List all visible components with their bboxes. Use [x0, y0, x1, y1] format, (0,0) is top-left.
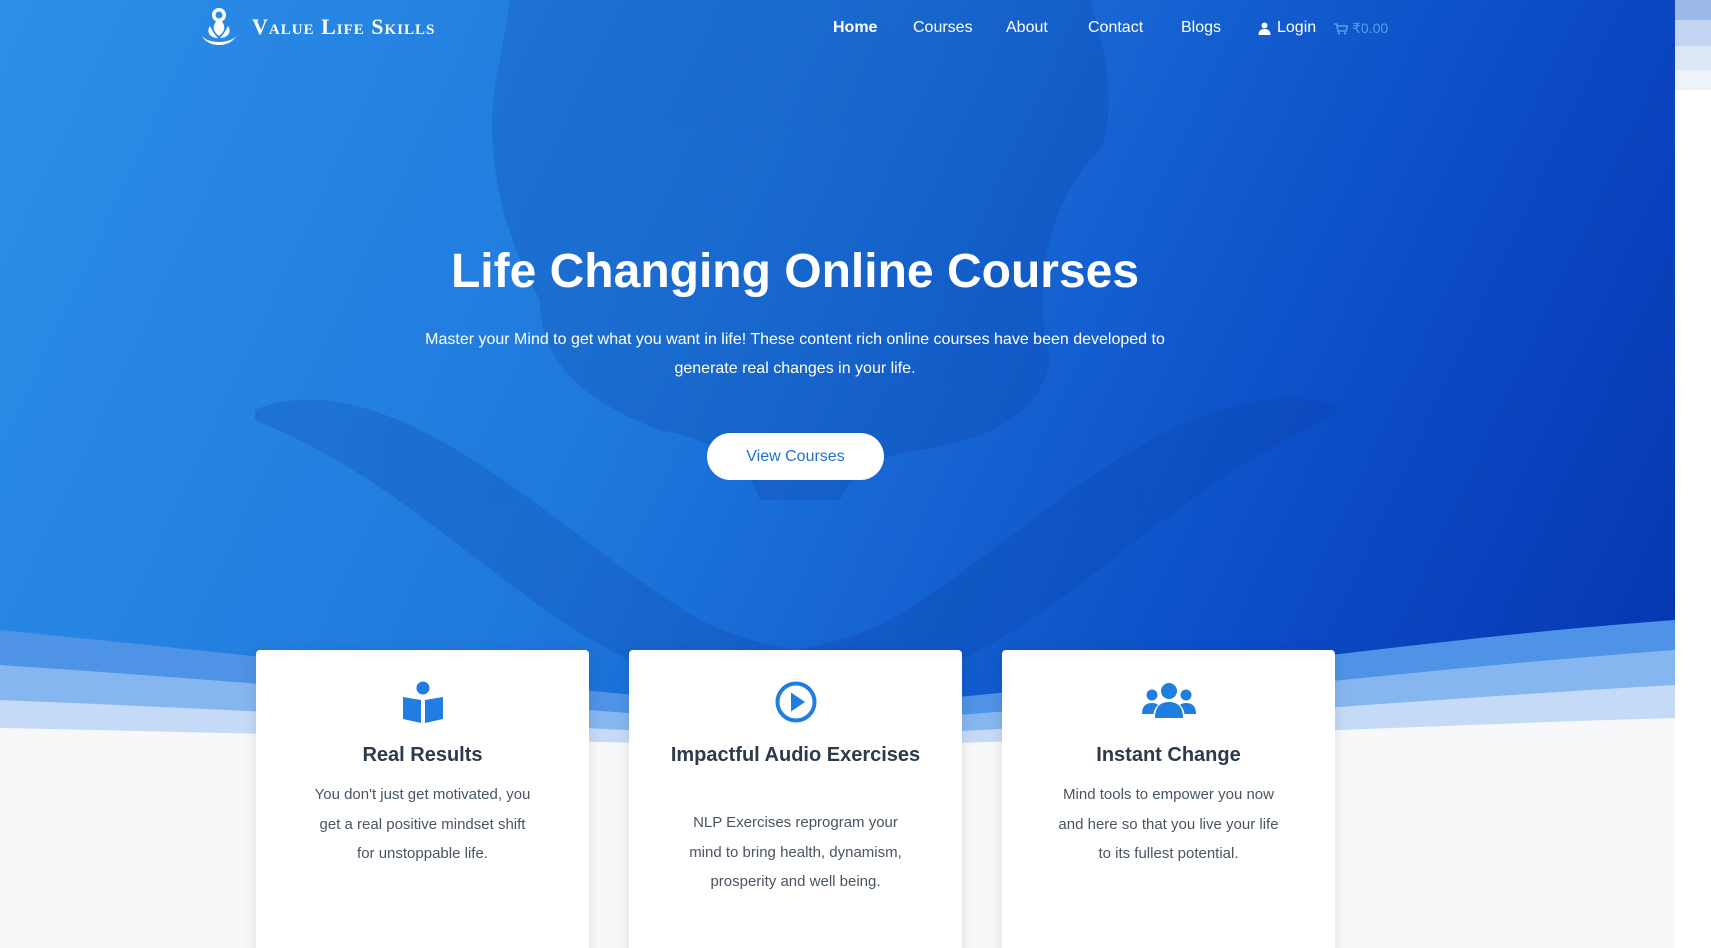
- feature-description: NLP Exercises reprogram your mind to bri…: [689, 814, 902, 890]
- login-label: Login: [1277, 19, 1317, 36]
- login-link[interactable]: Login: [1258, 19, 1316, 37]
- top-navigation: Value Life Skills Home Courses About Con…: [0, 0, 1675, 60]
- nav-item-courses[interactable]: Courses: [913, 19, 973, 37]
- users-icon: [1141, 683, 1196, 718]
- cart-link[interactable]: ₹0.00: [1334, 20, 1388, 37]
- feature-title: Instant Change: [1096, 744, 1241, 766]
- page: Value Life Skills Home Courses About Con…: [0, 0, 1675, 948]
- nav-item-contact[interactable]: Contact: [1088, 19, 1143, 37]
- feature-card-audio-exercises: Impactful Audio Exercises NLP Exercises …: [629, 650, 962, 948]
- hero-subtitle: Master your Mind to get what you want in…: [425, 331, 1165, 377]
- user-icon: [1258, 22, 1271, 35]
- feature-card-instant-change: Instant Change Mind tools to empower you…: [1002, 650, 1335, 948]
- play-circle-icon: [775, 681, 816, 723]
- cart-total: ₹0.00: [1352, 20, 1389, 36]
- feature-description: You don't just get motivated, you get a …: [314, 786, 531, 862]
- cart-icon: [1334, 22, 1348, 35]
- feature-title: Impactful Audio Exercises: [670, 744, 921, 766]
- feature-card-real-results: Real Results You don't just get motivate…: [256, 650, 589, 948]
- view-courses-button[interactable]: View Courses: [707, 433, 884, 480]
- hero-title: Life Changing Online Courses: [450, 245, 1140, 298]
- feature-description: Mind tools to empower you now and here s…: [1058, 786, 1279, 862]
- nav-item-blogs[interactable]: Blogs: [1181, 19, 1221, 37]
- nav-item-about[interactable]: About: [1006, 19, 1048, 37]
- book-icon: [402, 681, 443, 723]
- nav-menu: Home Courses About Contact Blogs Login ₹…: [0, 19, 1675, 43]
- feature-title: Real Results: [362, 744, 483, 766]
- right-gutter: [1675, 0, 1711, 948]
- nav-item-home[interactable]: Home: [833, 19, 877, 37]
